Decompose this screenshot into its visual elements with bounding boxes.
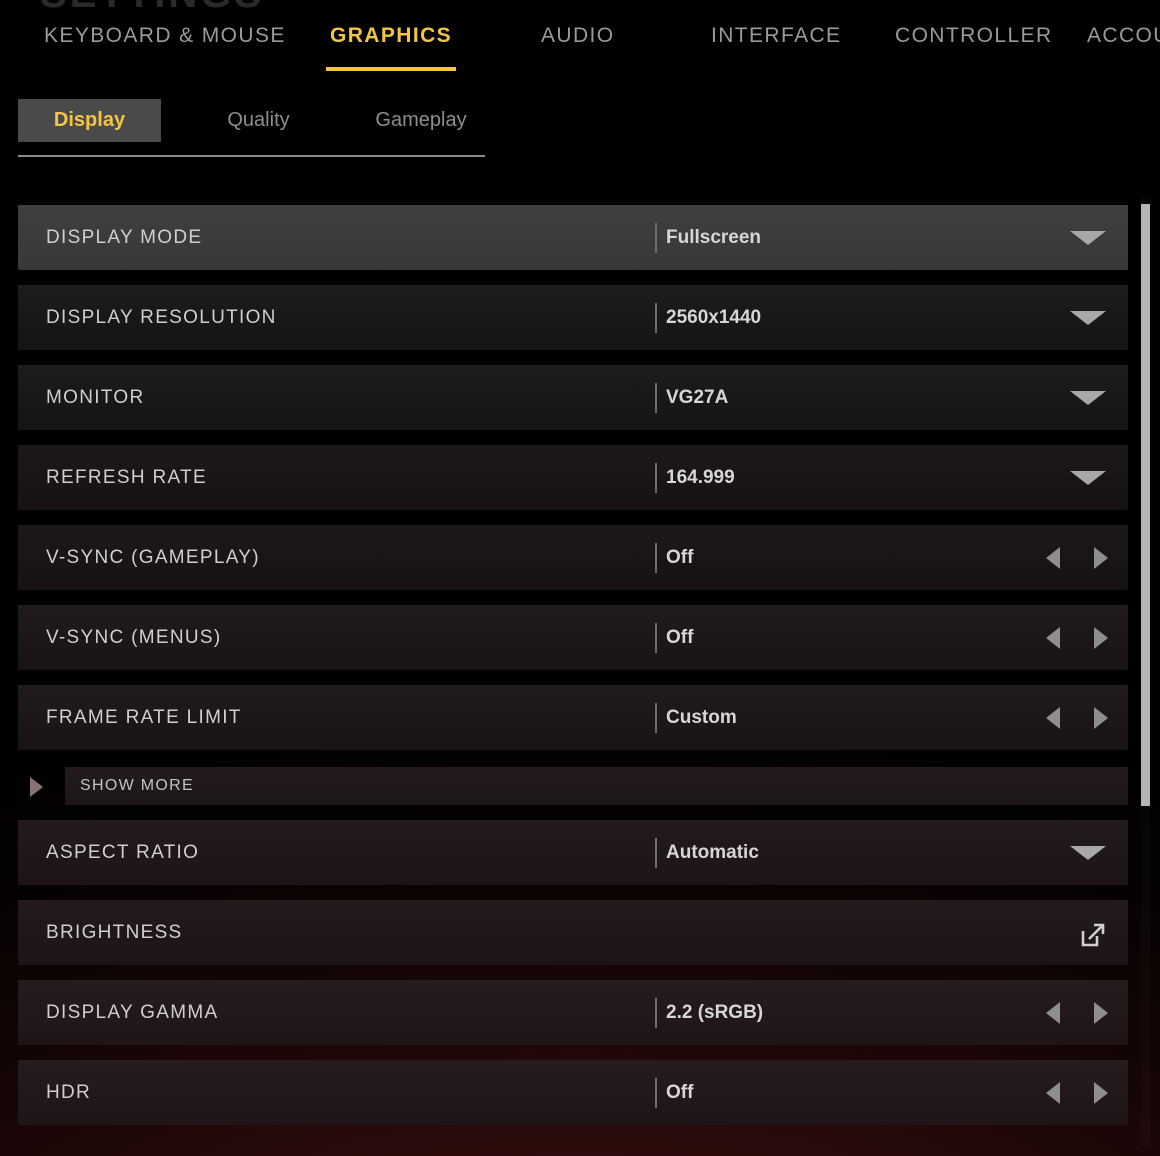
setting-label: V-SYNC (MENUS) [46, 627, 222, 648]
setting-label: REFRESH RATE [46, 467, 207, 488]
setting-value: 2560x1440 [666, 307, 762, 328]
dropdown-caret-icon[interactable] [1066, 205, 1106, 270]
value-divider [655, 463, 657, 493]
setting-value: Off [666, 547, 694, 568]
stepper-arrows-icon[interactable] [1046, 605, 1108, 670]
setting-value: VG27A [666, 387, 729, 408]
arrow-left-icon[interactable] [1046, 627, 1060, 649]
setting-value: Fullscreen [666, 227, 762, 248]
tab-graphics[interactable]: GRAPHICS [325, 24, 457, 71]
tab-audio[interactable]: AUDIO [541, 24, 615, 54]
dropdown-caret-icon[interactable] [1066, 285, 1106, 350]
setting-row-v-sync-gameplay[interactable]: V-SYNC (GAMEPLAY) Off [18, 525, 1128, 590]
arrow-left-icon[interactable] [1046, 547, 1060, 569]
dropdown-caret-icon[interactable] [1066, 365, 1106, 430]
page-title: SETTINGS [40, 0, 264, 17]
row-background [18, 1060, 1128, 1125]
value-divider [655, 703, 657, 733]
settings-screen: SETTINGS KEYBOARD & MOUSE GRAPHICS AUDIO IN… [0, 0, 1160, 1156]
setting-row-display-gamma[interactable]: DISPLAY GAMMA 2.2 (sRGB) [18, 980, 1128, 1045]
value-divider [655, 838, 657, 868]
setting-label: MONITOR [46, 387, 145, 408]
setting-label: ASPECT RATIO [46, 842, 200, 863]
setting-value: 2.2 (sRGB) [666, 1002, 764, 1023]
tab-keyboard-mouse[interactable]: KEYBOARD & MOUSE [44, 24, 286, 54]
show-more-background [65, 767, 1128, 805]
value-divider [655, 383, 657, 413]
row-background [18, 365, 1128, 430]
tab-account[interactable]: ACCOUNT [1087, 24, 1160, 54]
tab-controller[interactable]: CONTROLLER [895, 24, 1053, 54]
external-link-icon[interactable] [1072, 900, 1106, 965]
show-more-label: SHOW MORE [80, 777, 194, 794]
arrow-left-icon[interactable] [1046, 707, 1060, 729]
setting-label: FRAME RATE LIMIT [46, 707, 242, 728]
setting-value: Automatic [666, 842, 759, 863]
setting-value: Off [666, 627, 694, 648]
value-divider [655, 223, 657, 253]
value-divider [655, 543, 657, 573]
arrow-left-icon[interactable] [1046, 1082, 1060, 1104]
value-divider [655, 303, 657, 333]
show-more-row[interactable]: SHOW MORE [30, 767, 1128, 805]
subtab-quality[interactable]: Quality [190, 99, 327, 142]
setting-row-monitor[interactable]: MONITOR VG27A [18, 365, 1128, 430]
value-divider [655, 1078, 657, 1108]
arrow-right-icon[interactable] [1094, 627, 1108, 649]
arrow-right-icon[interactable] [1094, 547, 1108, 569]
setting-row-hdr[interactable]: HDR Off [18, 1060, 1128, 1125]
setting-label: DISPLAY GAMMA [46, 1002, 219, 1023]
sub-tab-underline [18, 155, 485, 157]
setting-value: 164.999 [666, 467, 735, 488]
setting-row-brightness[interactable]: BRIGHTNESS [18, 900, 1128, 965]
setting-row-display-mode[interactable]: DISPLAY MODE Fullscreen [18, 205, 1128, 270]
setting-label: DISPLAY MODE [46, 227, 203, 248]
dropdown-caret-icon[interactable] [1066, 445, 1106, 510]
dropdown-caret-icon[interactable] [1066, 820, 1106, 885]
stepper-arrows-icon[interactable] [1046, 685, 1108, 750]
arrow-left-icon[interactable] [1046, 1002, 1060, 1024]
setting-value: Off [666, 1082, 694, 1103]
stepper-arrows-icon[interactable] [1046, 1060, 1108, 1125]
subtab-display[interactable]: Display [18, 99, 161, 142]
expand-caret-icon[interactable] [30, 777, 43, 797]
stepper-arrows-icon[interactable] [1046, 525, 1108, 590]
arrow-right-icon[interactable] [1094, 1002, 1108, 1024]
setting-value: Custom [666, 707, 737, 728]
setting-label: BRIGHTNESS [46, 922, 183, 943]
setting-label: HDR [46, 1082, 92, 1103]
setting-row-aspect-ratio[interactable]: ASPECT RATIO Automatic [18, 820, 1128, 885]
arrow-right-icon[interactable] [1094, 1082, 1108, 1104]
setting-row-v-sync-menus[interactable]: V-SYNC (MENUS) Off [18, 605, 1128, 670]
tab-interface[interactable]: INTERFACE [711, 24, 841, 54]
setting-row-frame-rate-limit[interactable]: FRAME RATE LIMIT Custom [18, 685, 1128, 750]
scrollbar-thumb[interactable] [1141, 204, 1150, 806]
setting-label: DISPLAY RESOLUTION [46, 307, 277, 328]
arrow-right-icon[interactable] [1094, 707, 1108, 729]
value-divider [655, 998, 657, 1028]
stepper-arrows-icon[interactable] [1046, 980, 1108, 1045]
setting-row-display-resolution[interactable]: DISPLAY RESOLUTION 2560x1440 [18, 285, 1128, 350]
main-tab-bar: KEYBOARD & MOUSE GRAPHICS AUDIO INTERFACE CO… [0, 24, 1160, 80]
sub-tab-bar: Display Quality Gameplay [18, 99, 485, 157]
subtab-gameplay[interactable]: Gameplay [346, 99, 496, 142]
value-divider [655, 623, 657, 653]
row-background [18, 900, 1128, 965]
setting-label: V-SYNC (GAMEPLAY) [46, 547, 260, 568]
setting-row-refresh-rate[interactable]: REFRESH RATE 164.999 [18, 445, 1128, 510]
